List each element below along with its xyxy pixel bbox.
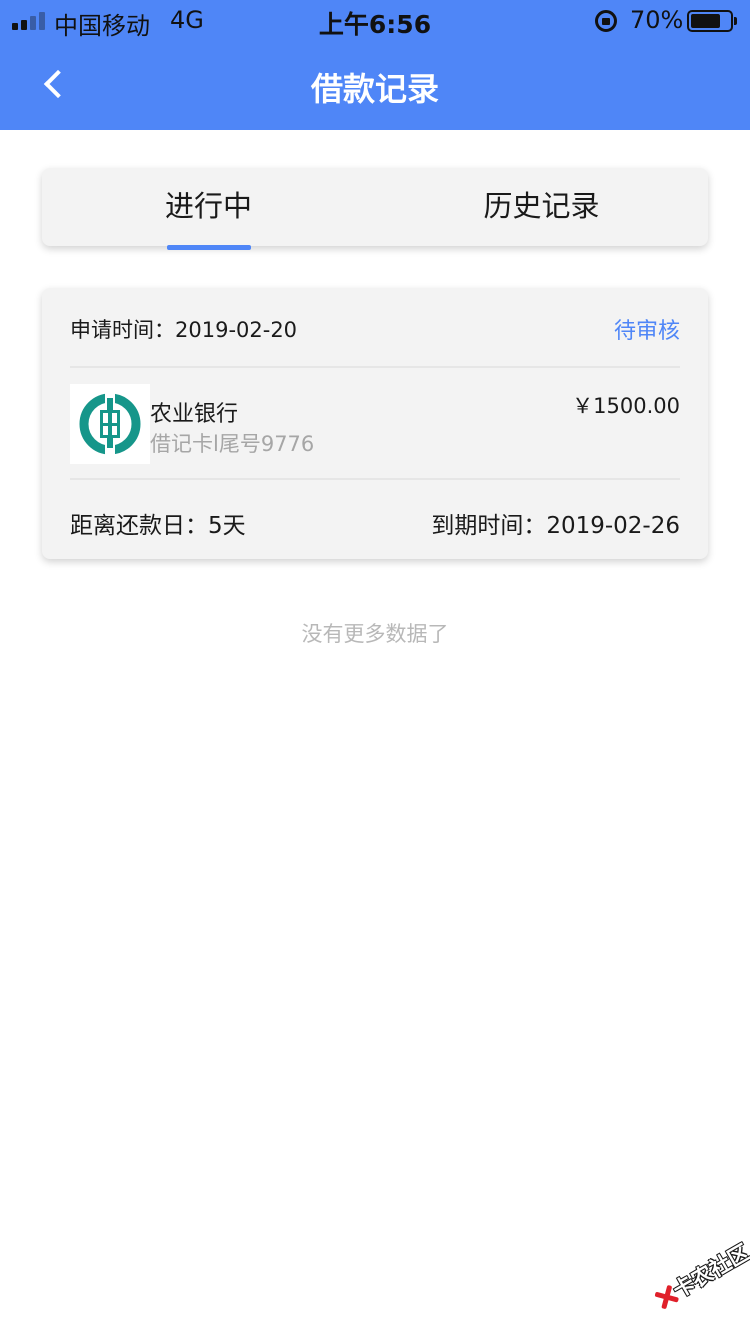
tab-in-progress[interactable]: 进行中 — [42, 168, 375, 246]
active-tab-indicator — [167, 245, 251, 250]
page-title: 借款记录 — [310, 70, 439, 108]
tab-history[interactable]: 历史记录 — [375, 168, 708, 246]
battery-percentage: 70% — [630, 6, 684, 34]
status-bar: 中国移动 4G 上午6:56 70% — [0, 0, 750, 40]
divider — [70, 478, 680, 480]
countdown-value: 5天 — [208, 513, 246, 539]
countdown-label: 距离还款日： — [70, 513, 208, 539]
apply-time-value: 2019-02-20 — [175, 318, 298, 342]
status-badge: 待审核 — [613, 319, 680, 344]
loan-amount: ￥1500.00 — [572, 394, 680, 418]
watermark: 卡农社区 — [634, 1220, 750, 1331]
bank-name: 农业银行 — [150, 402, 239, 427]
loan-record-card[interactable]: 申请时间：2019-02-20 待审核 农业银行 借记卡l尾号9776 ￥150… — [42, 288, 708, 559]
no-more-data-text: 没有更多数据了 — [301, 622, 449, 646]
tab-bar: 进行中 历史记录 — [42, 168, 708, 246]
due-date-value: 2019-02-26 — [546, 513, 680, 539]
watermark-text: 卡农社区 — [668, 1239, 750, 1303]
apply-row: 申请时间：2019-02-20 待审核 — [70, 312, 680, 344]
card-description: 借记卡l尾号9776 — [150, 432, 315, 456]
battery-icon — [687, 10, 737, 32]
divider — [70, 366, 680, 368]
due-date-label: 到期时间： — [431, 513, 547, 539]
abc-bank-logo-icon — [70, 384, 150, 464]
orientation-lock-icon — [595, 10, 617, 32]
apply-time-label: 申请时间： — [70, 318, 175, 342]
header: 中国移动 4G 上午6:56 70% 借款记录 — [0, 0, 750, 130]
